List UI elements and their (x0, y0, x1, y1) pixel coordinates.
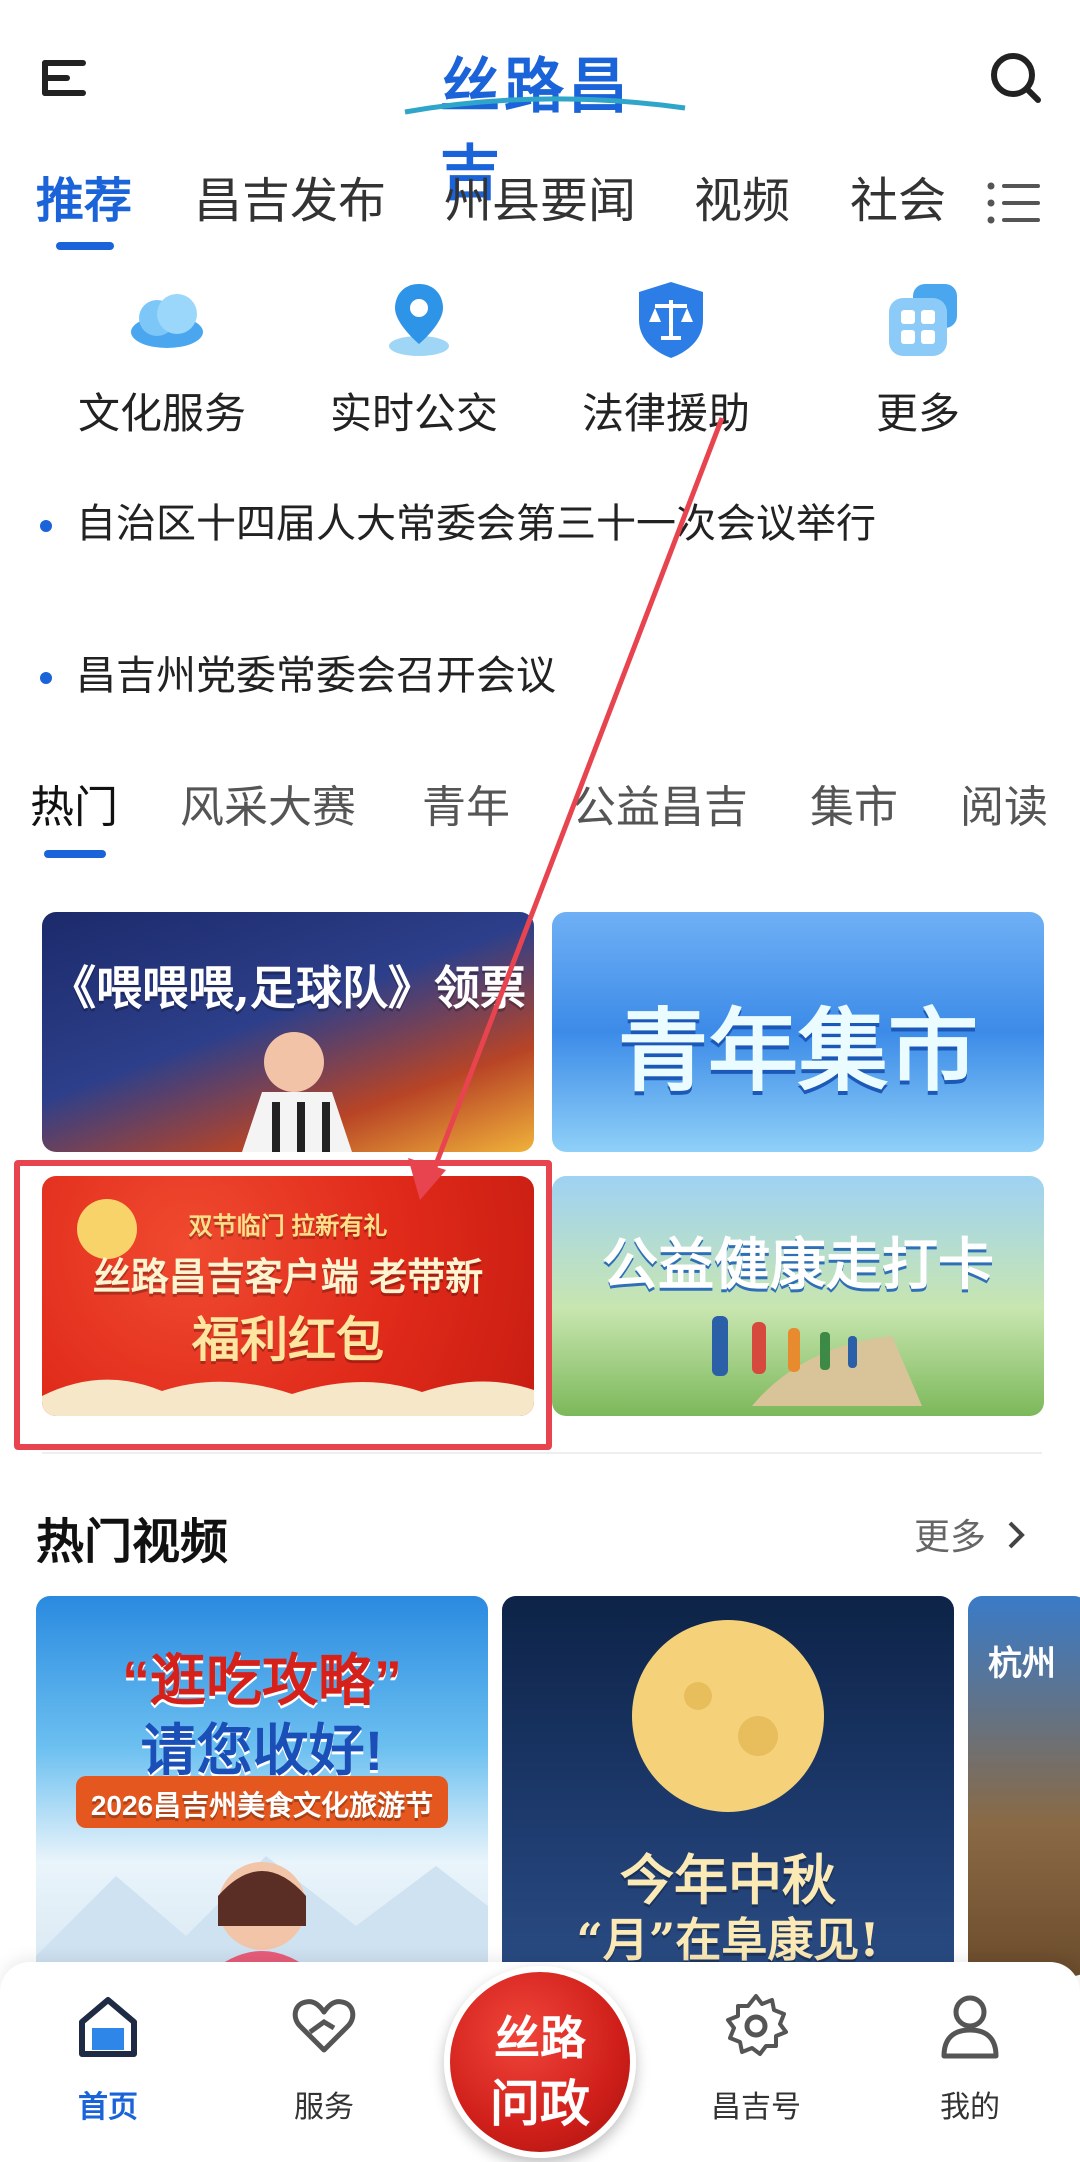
user-icon (936, 1992, 1004, 2060)
video-card[interactable]: 今年中秋 “月”在阜康见! (502, 1596, 954, 1976)
headline-text: 昌吉州党委常委会召开会议 (76, 654, 556, 698)
tab-changji-release[interactable]: 昌吉发布 (194, 170, 386, 234)
full-moon (632, 1620, 824, 1812)
search-icon[interactable] (986, 48, 1046, 108)
nav-label: 首页 (78, 2091, 138, 2124)
app-screen: 丝路昌吉 推荐 昌吉发布 州县要闻 视频 社会 文化服务 实时公交 法律援助 更… (0, 0, 1080, 2162)
video-card[interactable]: 杭州 (968, 1596, 1080, 1976)
video-line2: 请您收好! (140, 1719, 384, 1782)
video-line3: 2026昌吉州美食文化旅游节 (90, 1790, 434, 1821)
location-pin-icon (379, 280, 459, 360)
nav-service[interactable]: 服务 (254, 1992, 394, 2152)
more-label: 更多 (914, 1516, 987, 1557)
nav-mine[interactable]: 我的 (900, 1992, 1040, 2152)
nav-changji-account[interactable]: 昌吉号 (686, 1992, 826, 2152)
list-icon[interactable] (986, 178, 1042, 228)
video-line1: “逛吃攻略” (122, 1649, 402, 1712)
bullet (40, 520, 52, 533)
hot-video-title: 热门视频 (36, 1516, 229, 1569)
tab-society[interactable]: 社会 (850, 170, 946, 234)
video-line1: 杭州 (988, 1645, 1056, 1683)
banner-youth-market[interactable]: 青年集市 (552, 912, 1044, 1152)
banner-title: 《喂喂喂,足球队》领票 (49, 961, 526, 1015)
heart-hand-icon (290, 1992, 358, 2060)
service-label: 法律援助 (581, 390, 750, 437)
section-tab-youth[interactable]: 青年 (422, 778, 510, 838)
highlight-box (14, 1160, 552, 1450)
tab-indicator (56, 242, 114, 250)
walkers-illustration (712, 1316, 922, 1406)
cloud-icon (127, 280, 207, 360)
tab-recommend[interactable]: 推荐 (36, 170, 132, 234)
service-more[interactable]: 更多 (818, 280, 1018, 437)
home-icon (74, 1992, 142, 2060)
service-culture[interactable]: 文化服务 (62, 280, 262, 437)
section-tab-reading[interactable]: 阅读 (960, 778, 1048, 838)
nav-label: 我的 (940, 2091, 1000, 2124)
app-logo: 丝路昌吉 (400, 28, 690, 209)
center-silkroad-button[interactable]: 丝路 问政 (444, 1966, 636, 2158)
video-card[interactable]: “逛吃攻略” 请您收好! 2026昌吉州美食文化旅游节 (36, 1596, 488, 1976)
headline-text: 自治区十四届人大常委会第三十一次会议举行 (76, 502, 876, 546)
banner-title: 青年集市 (618, 1002, 978, 1102)
nav-label: 服务 (294, 2091, 354, 2124)
service-legal[interactable]: 法律援助 (566, 280, 766, 437)
service-label: 实时公交 (329, 390, 498, 437)
service-label: 文化服务 (77, 390, 246, 437)
section-divider (42, 1452, 1042, 1454)
banner-football-tickets[interactable]: 《喂喂喂,足球队》领票 (42, 912, 534, 1152)
cheering-figure (242, 1032, 352, 1152)
menu-icon[interactable] (36, 48, 96, 108)
channel-tabs: 推荐 昌吉发布 州县要闻 视频 社会 (0, 170, 1080, 260)
banner-charity-walk[interactable]: 公益健康走打卡 (552, 1176, 1044, 1416)
nav-label: 昌吉号 (711, 2091, 801, 2124)
center-line2: 问政 (490, 2074, 590, 2133)
section-tab-indicator (44, 850, 106, 858)
service-bus[interactable]: 实时公交 (314, 280, 514, 437)
video-line2: “月”在阜康见! (576, 1913, 880, 1967)
more-link[interactable]: 更多 (914, 1508, 1026, 1560)
bullet (40, 672, 52, 685)
section-tab-hot[interactable]: 热门 (30, 778, 118, 838)
nav-home[interactable]: 首页 (38, 1992, 178, 2152)
headline-item[interactable]: 昌吉州党委常委会召开会议 (40, 648, 556, 704)
section-tab-contest[interactable]: 风采大赛 (180, 778, 356, 838)
headline-item[interactable]: 自治区十四届人大常委会第三十一次会议举行 (40, 496, 876, 552)
logo-swoosh (404, 96, 686, 115)
section-tab-charity[interactable]: 公益昌吉 (572, 778, 748, 838)
mountain-presenter (36, 1856, 488, 1976)
center-line1: 丝路 (494, 2011, 586, 2065)
gear-badge-icon (722, 1992, 790, 2060)
section-tab-market[interactable]: 集市 (810, 778, 898, 838)
tab-video[interactable]: 视频 (694, 170, 790, 234)
grid-apps-icon (883, 280, 963, 360)
scales-shield-icon (631, 280, 711, 360)
tab-county-news[interactable]: 州县要闻 (444, 170, 636, 234)
chevron-right-icon (1006, 1518, 1026, 1560)
service-label: 更多 (875, 390, 960, 437)
